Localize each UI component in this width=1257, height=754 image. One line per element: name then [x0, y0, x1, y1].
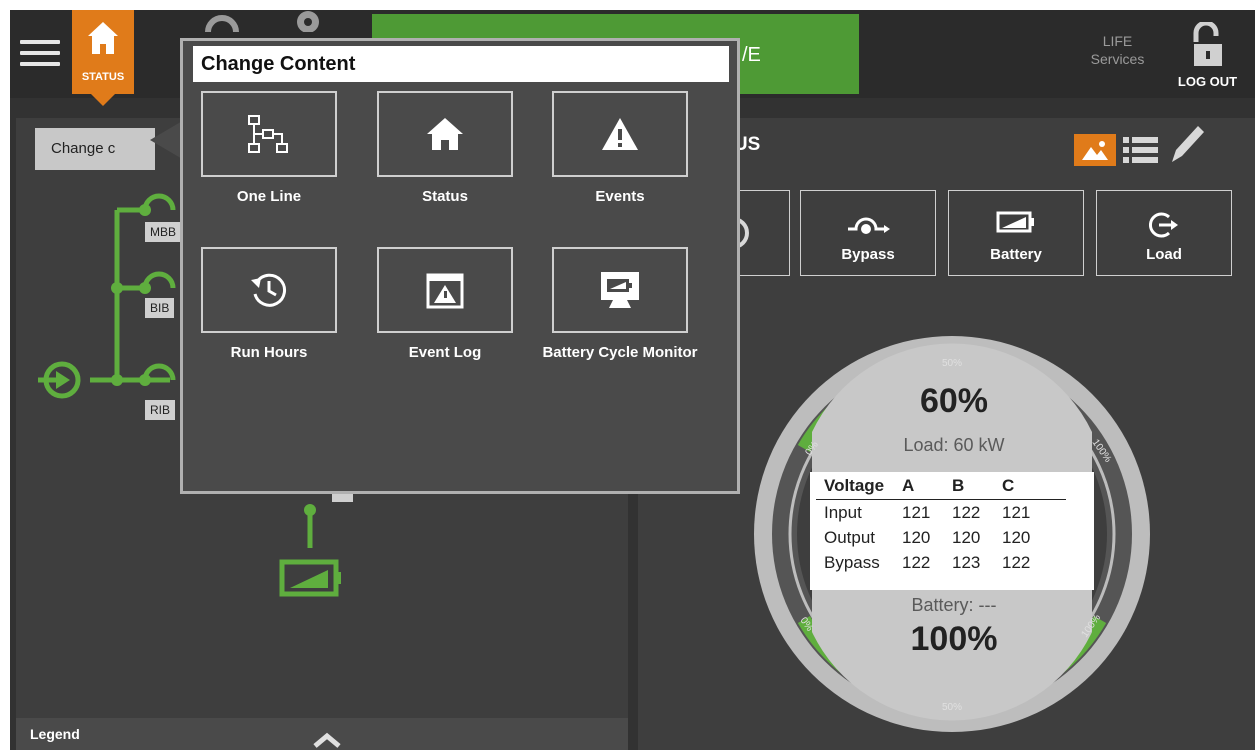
option-battery-cycle-monitor[interactable]	[552, 247, 688, 333]
legend-bar[interactable]: Legend	[16, 718, 628, 750]
row-label: Input	[824, 503, 862, 522]
input-source-icon	[38, 361, 81, 399]
option-event-log[interactable]	[377, 247, 513, 333]
cell-c: 120	[1002, 528, 1031, 547]
battery-icon	[996, 211, 1034, 233]
banner-status-text: /E	[742, 44, 761, 66]
graphic-view-toggle[interactable]	[1074, 134, 1116, 166]
image-icon	[1082, 141, 1108, 160]
one-line-icon	[248, 115, 288, 153]
table-row: Bypass 122 123 122	[816, 550, 1066, 575]
bypass-icon	[848, 217, 890, 234]
unlock-icon	[1193, 22, 1222, 66]
option-events[interactable]	[552, 91, 688, 177]
status-tab-pointer	[90, 93, 116, 106]
option-status-label: Status	[422, 188, 468, 205]
menu-line	[20, 62, 60, 66]
popup-title: Change Content	[201, 53, 356, 75]
menu-line	[20, 40, 60, 44]
change-tag-label: Change c	[51, 140, 116, 157]
load-percent: 60%	[919, 382, 989, 420]
cell-a: 122	[902, 553, 931, 572]
option-one-line-label: One Line	[236, 188, 302, 205]
battery-label: Battery	[990, 246, 1042, 263]
bypass-label: Bypass	[841, 246, 895, 263]
option-one-line[interactable]	[201, 91, 337, 177]
cell-b: 120	[952, 528, 981, 547]
option-battery-cycle-monitor-label: Battery Cycle Monitor	[542, 344, 698, 361]
list-view-toggle[interactable]	[1120, 134, 1162, 166]
battery-text: Battery: ---	[911, 595, 997, 615]
cell-b: 123	[952, 553, 981, 572]
monitor-battery-icon	[601, 272, 639, 308]
warning-icon	[602, 118, 638, 150]
cell-c: 122	[1002, 553, 1031, 572]
history-clock-icon	[251, 273, 287, 307]
row-label: Output	[824, 528, 876, 547]
breaker-label-mbb[interactable]: MBB	[145, 222, 182, 242]
option-events-label: Events	[595, 188, 645, 205]
change-content-tag[interactable]: Change c	[35, 128, 155, 170]
gauge-icon[interactable]	[204, 12, 240, 32]
logout-button[interactable]: LOG OUT	[1170, 18, 1245, 94]
event-log-icon	[426, 273, 464, 309]
popup-pointer	[150, 120, 184, 160]
logout-label: LOG OUT	[1177, 74, 1238, 89]
load-label: Load	[1146, 246, 1182, 263]
ups-partial-icon	[733, 217, 749, 249]
option-status[interactable]	[377, 91, 513, 177]
header-a: A	[902, 476, 915, 495]
sub-button-load[interactable]: Load	[1096, 190, 1232, 276]
row-label: Bypass	[824, 553, 880, 572]
scale-label-bottom: 50%	[942, 702, 962, 713]
menu-line	[20, 51, 60, 55]
edit-button[interactable]	[1168, 118, 1208, 166]
sub-button-battery[interactable]: Battery	[948, 190, 1084, 276]
legend-label: Legend	[30, 726, 80, 742]
cell-a: 120	[902, 528, 931, 547]
hamburger-menu-button[interactable]	[20, 40, 60, 74]
header-c: C	[1002, 476, 1015, 495]
chevron-up-icon[interactable]	[312, 732, 342, 748]
pencil-icon	[1172, 126, 1204, 162]
life-label: LIFE	[1102, 33, 1133, 49]
cell-b: 122	[952, 503, 981, 522]
ups-screen: STATUS /E LIFE Services LOG OUT MBB BIB …	[10, 10, 1255, 750]
load-icon	[1149, 212, 1178, 238]
load-kw-text: Load: 60 kW	[903, 435, 1005, 455]
status-tab[interactable]: STATUS	[72, 10, 134, 94]
battery-percent: 100%	[910, 620, 998, 658]
services-label: Services	[1090, 51, 1145, 67]
status-tab-label: STATUS	[81, 71, 125, 83]
home-icon	[427, 118, 463, 150]
change-content-popup: Change Content One Line Status Events Ru…	[180, 38, 740, 494]
table-row: Input 121 122 121	[816, 500, 1066, 525]
option-run-hours-label: Run Hours	[230, 344, 308, 361]
option-event-log-label: Event Log	[408, 344, 482, 361]
list-icon	[1123, 137, 1158, 163]
battery-icon	[279, 559, 341, 597]
breaker-label-bib[interactable]: BIB	[145, 298, 175, 318]
voltage-table-header: Voltage A B C	[816, 476, 1066, 500]
option-run-hours[interactable]	[201, 247, 337, 333]
settings-gear-icon[interactable]	[288, 10, 328, 32]
home-icon	[88, 22, 118, 54]
header-b: B	[952, 476, 965, 495]
cell-a: 121	[902, 503, 931, 522]
voltage-table: Voltage A B C Input 121 122 121 Output 1…	[816, 476, 1066, 575]
sub-button-bypass[interactable]: Bypass	[800, 190, 936, 276]
cell-c: 121	[1002, 503, 1031, 522]
life-services-button[interactable]: LIFE Services	[1080, 32, 1155, 68]
scale-label-top: 50%	[942, 358, 962, 369]
breaker-label-rib[interactable]: RIB	[145, 400, 176, 420]
popup-header: Change Content	[193, 46, 729, 82]
table-row: Output 120 120 120	[816, 525, 1066, 550]
header-voltage: Voltage	[824, 476, 885, 495]
